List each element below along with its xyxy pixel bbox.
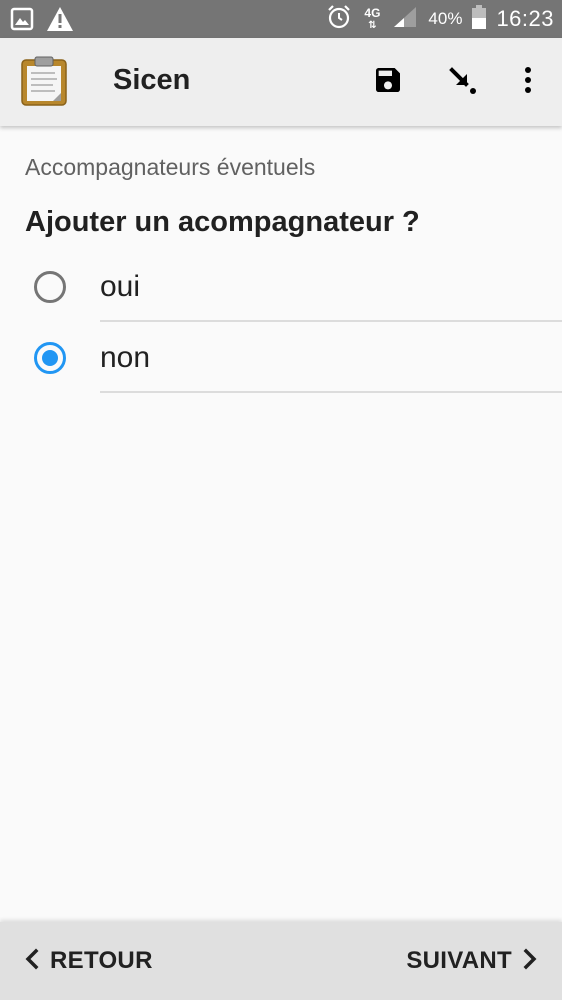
network-type: 4G ⇅ — [364, 5, 381, 31]
back-button[interactable]: RETOUR — [24, 922, 153, 1000]
back-label: RETOUR — [50, 947, 153, 974]
save-button[interactable] — [366, 60, 410, 104]
question-label: Ajouter un acompagnateur ? — [25, 206, 420, 238]
warning-icon — [46, 6, 74, 37]
image-icon — [10, 7, 34, 36]
radio-button-selected[interactable] — [34, 342, 66, 374]
bottom-navigation: RETOUR SUIVANT — [0, 922, 562, 1000]
clock: 16:23 — [496, 6, 554, 31]
option-oui[interactable]: oui — [0, 252, 562, 322]
radio-button-unselected[interactable] — [34, 271, 66, 303]
next-label: SUIVANT — [406, 947, 512, 974]
chevron-right-icon — [522, 948, 538, 975]
divider — [100, 391, 562, 393]
option-label: oui — [100, 270, 141, 303]
battery-percent: 40% — [428, 9, 463, 28]
next-button[interactable]: SUIVANT — [406, 922, 538, 1000]
more-vert-icon — [524, 66, 532, 99]
clipboard-icon — [21, 56, 67, 106]
status-bar: 4G ⇅ 40% 16:23 — [0, 0, 562, 38]
battery-icon — [472, 4, 487, 34]
app-bar: Sicen — [0, 38, 562, 126]
signal-icon — [392, 5, 418, 34]
goto-button[interactable] — [440, 60, 484, 104]
divider — [100, 320, 562, 322]
alarm-icon — [326, 4, 352, 35]
chevron-left-icon — [24, 948, 40, 975]
save-icon — [372, 64, 404, 101]
more-options-button[interactable] — [506, 60, 550, 104]
goto-icon — [446, 64, 478, 101]
option-label: non — [100, 341, 151, 374]
option-non[interactable]: non — [0, 323, 562, 393]
group-label: Accompagnateurs éventuels — [25, 154, 316, 180]
app-title: Sicen — [113, 64, 191, 96]
